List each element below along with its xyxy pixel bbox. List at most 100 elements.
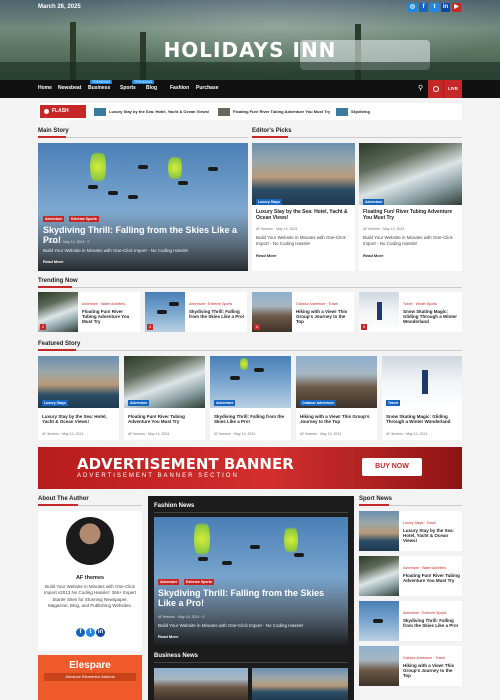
nav-newsbeat[interactable]: Newsbeat (58, 85, 81, 91)
trending-title[interactable]: Skydiving Thrill: Falling from the Skies… (189, 309, 245, 319)
site-title[interactable]: HOLIDAYS INN (0, 38, 500, 62)
live-button[interactable]: LIVE (444, 80, 462, 98)
nav-business[interactable]: Business (88, 85, 110, 91)
read-more-link[interactable]: Read More (43, 259, 63, 264)
sport-image[interactable] (359, 556, 399, 596)
category-tag[interactable]: Adventure (363, 199, 385, 205)
editors-image[interactable] (252, 143, 355, 205)
editors-excerpt: Build Your Website in Minutes with One-C… (363, 235, 453, 247)
author[interactable]: AF themes (386, 432, 403, 436)
nav-purchase[interactable]: Purchase (196, 85, 219, 91)
nav-sports[interactable]: Sports (120, 85, 136, 91)
fashion-title[interactable]: Skydiving Thrill: Falling from the Skies… (158, 588, 344, 608)
featured-title[interactable]: Snow Skating Magic: Gliding Through a Wi… (386, 414, 461, 424)
trending-title[interactable]: Floating Fun! River Tubing Adventure You… (82, 309, 138, 324)
facebook-icon[interactable]: f (419, 3, 428, 12)
category-tag[interactable]: Luxury Stays (256, 199, 282, 205)
category-tag[interactable]: Extreme Sports (69, 216, 99, 222)
nav-home[interactable]: Home (38, 85, 52, 91)
comment-count: 0 (202, 615, 205, 619)
author[interactable]: AF themes (128, 432, 145, 436)
trending-cats[interactable]: Travel · Winter Sports (403, 302, 437, 306)
category-tag[interactable]: Travel (386, 400, 401, 406)
read-more-link[interactable]: Read More (158, 634, 178, 639)
sport-title[interactable]: Hiking with a View! This Group's Journey… (403, 663, 460, 678)
toggle-button[interactable] (428, 80, 444, 98)
elespare-title: Elespare (69, 660, 111, 671)
featured-title[interactable]: Luxury Stay by the Sea: Hotel, Yacht & O… (42, 414, 118, 424)
read-more-link[interactable]: Read More (256, 253, 276, 258)
flash-item[interactable]: Floating Fun! River Tubing Adventure You… (218, 106, 330, 117)
author[interactable]: AF themes (214, 432, 231, 436)
sport-title[interactable]: Skydiving Thrill: Falling from the Skies… (403, 618, 460, 628)
featured-meta: AF themes · May 14, 2024 (300, 432, 342, 436)
business-image[interactable] (154, 668, 248, 700)
author[interactable]: AF themes (256, 227, 273, 231)
featured-title[interactable]: Hiking with a View! This Group's Journey… (300, 414, 376, 424)
sport-title[interactable]: Floating Fun! River Tubing Adventure You… (403, 573, 460, 583)
trending-title[interactable]: Snow Skating Magic: Gliding Through a Wi… (403, 309, 460, 324)
trending-number: 5 (361, 324, 367, 330)
nav-blog[interactable]: Blog (146, 85, 157, 91)
trending-cats[interactable]: Adventure · Extreme Sports (189, 302, 232, 306)
instagram-icon[interactable]: ◎ (408, 3, 417, 12)
editors-title[interactable]: Floating Fun! River Tubing Adventure You… (363, 209, 458, 221)
sport-image[interactable] (359, 601, 399, 641)
editors-title[interactable]: Luxury Stay by the Sea: Hotel, Yacht & O… (256, 209, 351, 221)
featured-meta: AF themes · May 14, 2024 (128, 432, 170, 436)
editors-meta: AF themes · May 14, 2024 (363, 227, 405, 231)
heading-underline (359, 504, 389, 506)
category-tag[interactable]: Luxury Stays (42, 400, 68, 406)
sport-image[interactable] (359, 511, 399, 551)
trending-cats[interactable]: Outdoor Adventure · Travel (296, 302, 338, 306)
fashion-excerpt: Build Your Website in Minutes with One-C… (158, 623, 304, 628)
divider (38, 350, 462, 351)
author-name[interactable]: AF themes (38, 575, 142, 581)
nav-tag-sports: TRENDING (132, 80, 155, 84)
buy-now-button[interactable]: BUY NOW (362, 458, 422, 476)
linkedin-icon[interactable]: in (96, 628, 105, 637)
main-story-meta: AF themes · May 14, 2024 · 0 (43, 240, 90, 244)
author[interactable]: AF themes (363, 227, 380, 231)
trending-cats[interactable]: Adventure · Water Activities (82, 302, 125, 306)
divider (154, 662, 348, 663)
author[interactable]: AF themes (42, 432, 59, 436)
search-icon[interactable]: ⚲ (418, 84, 426, 92)
category-tag[interactable]: Adventure (43, 216, 65, 222)
business-image[interactable] (252, 668, 348, 700)
main-story-excerpt: Build Your Website in Minutes with One-C… (43, 248, 189, 253)
youtube-icon[interactable]: ▶ (452, 3, 461, 12)
featured-title[interactable]: Skydiving Thrill: Falling from the Skies… (214, 414, 290, 424)
read-more-link[interactable]: Read More (363, 253, 383, 258)
sport-image[interactable] (359, 646, 399, 686)
date: May 14, 2024 (148, 432, 170, 436)
twitter-icon[interactable]: t (430, 3, 439, 12)
featured-title[interactable]: Floating Fun! River Tubing Adventure You… (128, 414, 204, 424)
facebook-icon[interactable]: f (76, 628, 85, 637)
author[interactable]: AF themes (300, 432, 317, 436)
category-tag[interactable]: Extreme Sports (184, 579, 214, 585)
flash-item[interactable]: Skydiving (336, 106, 370, 117)
category-tag[interactable]: Adventure (158, 579, 180, 585)
twitter-icon[interactable]: t (86, 628, 95, 637)
editors-image[interactable] (359, 143, 462, 205)
flash-item[interactable]: Luxury Stay by the Sea: Hotel, Yacht & O… (94, 106, 209, 117)
linkedin-icon[interactable]: in (441, 3, 450, 12)
category-tag[interactable]: Adventure (214, 400, 236, 406)
trending-title[interactable]: Hiking with a View! This Group's Journey… (296, 309, 352, 324)
ad-title: ADVERTISEMENT BANNER (77, 455, 294, 473)
sport-cats[interactable]: Luxury Stays · Travel (403, 521, 436, 525)
date: May 14, 2024 (62, 432, 84, 436)
sport-cats[interactable]: Adventure · Extreme Sports (403, 611, 446, 615)
author[interactable]: AF themes (43, 240, 60, 244)
fashion-heading: Fashion News (154, 503, 195, 509)
sport-title[interactable]: Luxury Stay by the Sea: Hotel, Yacht & O… (403, 528, 460, 543)
main-story-heading: Main Story (38, 128, 69, 134)
sport-cats[interactable]: Outdoor Adventure · Travel (403, 656, 445, 660)
category-tag[interactable]: Outdoor Adventure (300, 400, 336, 406)
flash-label-text: FLASH STORY (52, 108, 69, 127)
sport-cats[interactable]: Adventure · Water Activities (403, 566, 446, 570)
category-tag[interactable]: Adventure (128, 400, 150, 406)
author[interactable]: AF themes (158, 615, 175, 619)
nav-fashion[interactable]: Fashion (170, 85, 189, 91)
